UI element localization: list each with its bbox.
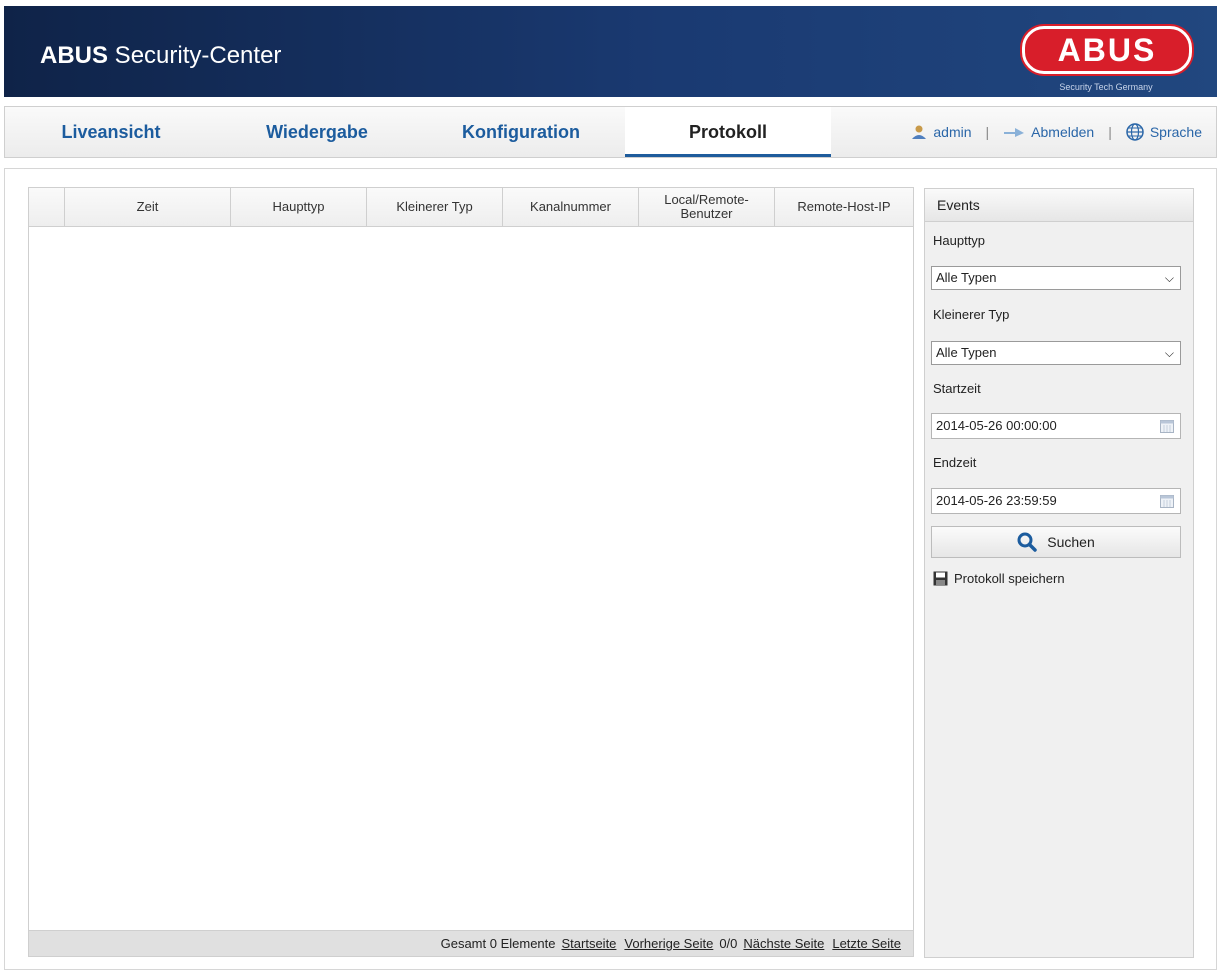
sub-type-select[interactable]: Alle Typen ⌵ bbox=[931, 341, 1181, 365]
table-header: Zeit Haupttyp Kleinerer Typ Kanalnummer … bbox=[29, 188, 913, 227]
tab-wiedergabe[interactable]: Wiedergabe bbox=[217, 107, 417, 157]
tab-protokoll[interactable]: Protokoll bbox=[625, 107, 831, 157]
logo-subtitle: Security Tech Germany bbox=[1059, 82, 1153, 92]
search-button-label: Suchen bbox=[1047, 534, 1095, 550]
user-icon bbox=[912, 125, 927, 139]
column-header-remote-host-ip[interactable]: Remote-Host-IP bbox=[775, 188, 913, 226]
column-header-kanalnummer[interactable]: Kanalnummer bbox=[503, 188, 639, 226]
chevron-down-icon: ⌵ bbox=[1164, 271, 1174, 285]
chevron-down-icon: ⌵ bbox=[1164, 346, 1174, 360]
main-nav: Liveansicht Wiedergabe Konfiguration Pro… bbox=[4, 106, 1217, 158]
end-time-label: Endzeit bbox=[933, 455, 977, 470]
column-header-benutzer[interactable]: Local/Remote-Benutzer bbox=[639, 188, 775, 226]
page-indicator: 0/0 bbox=[719, 936, 738, 951]
next-page-link[interactable]: Nächste Seite bbox=[743, 936, 824, 951]
column-header-select[interactable] bbox=[29, 188, 65, 226]
search-button[interactable]: Suchen bbox=[931, 526, 1181, 558]
pagination-bar: Gesamt 0 Elemente Startseite Vorherige S… bbox=[29, 930, 913, 956]
app-title-rest: Security-Center bbox=[108, 42, 282, 69]
events-panel-heading: Events bbox=[925, 189, 1193, 222]
app-title: ABUS Security-Center bbox=[40, 42, 281, 70]
main-type-select[interactable]: Alle Typen ⌵ bbox=[931, 266, 1181, 290]
abus-logo: ABUS Security Tech Germany bbox=[1022, 26, 1192, 96]
search-icon bbox=[1017, 532, 1037, 552]
user-bar: admin | Abmelden | Sprache bbox=[911, 107, 1202, 157]
calendar-icon[interactable] bbox=[1160, 419, 1174, 433]
column-header-kleinerer-typ[interactable]: Kleinerer Typ bbox=[367, 188, 503, 226]
first-page-link[interactable]: Startseite bbox=[562, 936, 617, 951]
events-panel: Events Haupttyp Alle Typen ⌵ Kleinerer T… bbox=[924, 188, 1194, 958]
prev-page-link[interactable]: Vorherige Seite bbox=[624, 936, 713, 951]
language-link[interactable]: Sprache bbox=[1150, 107, 1202, 157]
sub-type-value: Alle Typen bbox=[936, 345, 997, 360]
save-log-label: Protokoll speichern bbox=[954, 571, 1065, 586]
column-header-zeit[interactable]: Zeit bbox=[65, 188, 231, 226]
logout-icon bbox=[1004, 128, 1025, 137]
app-title-brand: ABUS bbox=[40, 42, 109, 69]
total-count: Gesamt 0 Elemente bbox=[440, 936, 556, 951]
main-type-label: Haupttyp bbox=[933, 233, 986, 248]
column-header-haupttyp[interactable]: Haupttyp bbox=[231, 188, 367, 226]
save-log-link[interactable]: Protokoll speichern bbox=[933, 571, 1065, 586]
tab-liveansicht[interactable]: Liveansicht bbox=[11, 107, 211, 157]
logo-text: ABUS bbox=[1022, 26, 1192, 74]
last-page-link[interactable]: Letzte Seite bbox=[832, 936, 901, 951]
start-time-label: Startzeit bbox=[933, 381, 981, 396]
user-name-link[interactable]: admin bbox=[933, 107, 971, 157]
start-time-value: 2014-05-26 00:00:00 bbox=[936, 418, 1057, 433]
end-time-value: 2014-05-26 23:59:59 bbox=[936, 493, 1057, 508]
start-time-input[interactable]: 2014-05-26 00:00:00 bbox=[931, 413, 1181, 439]
save-icon bbox=[933, 571, 948, 586]
sub-type-label: Kleinerer Typ bbox=[933, 307, 1010, 322]
logout-link[interactable]: Abmelden bbox=[1031, 107, 1094, 157]
end-time-input[interactable]: 2014-05-26 23:59:59 bbox=[931, 488, 1181, 514]
globe-icon bbox=[1126, 123, 1144, 141]
tab-konfiguration[interactable]: Konfiguration bbox=[417, 107, 625, 157]
log-table: Zeit Haupttyp Kleinerer Typ Kanalnummer … bbox=[28, 187, 914, 957]
calendar-icon[interactable] bbox=[1160, 494, 1174, 508]
main-type-value: Alle Typen bbox=[936, 270, 997, 285]
header-banner: ABUS Security-Center ABUS Security Tech … bbox=[4, 6, 1217, 97]
